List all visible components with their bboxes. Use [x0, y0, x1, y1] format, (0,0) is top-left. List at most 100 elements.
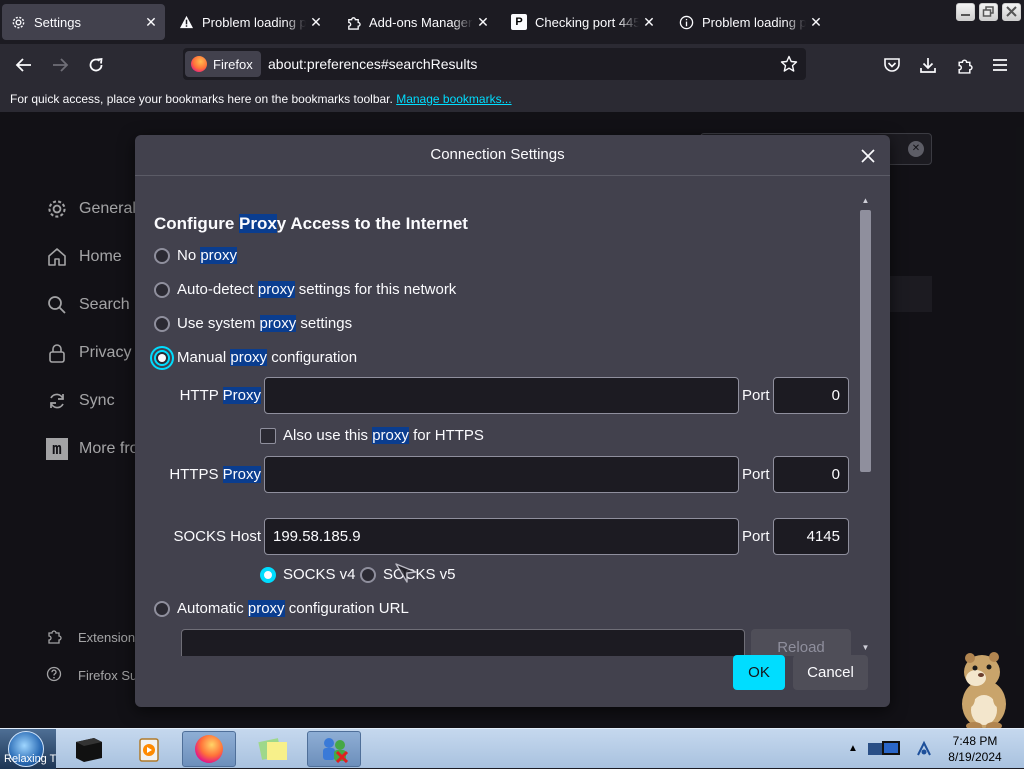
restore-button[interactable]	[979, 3, 998, 21]
firefox-logo-icon	[191, 56, 207, 72]
system-proxy-option[interactable]: Use system proxy settings	[154, 315, 352, 332]
tab-label: Checking port 445 on	[535, 14, 639, 30]
taskbar-app-dark-window[interactable]	[62, 731, 116, 767]
tab-addons-manager[interactable]: Add-ons Manager ✕	[337, 4, 497, 40]
menu-icon[interactable]	[988, 53, 1012, 77]
socks-host-label: SOCKS Host	[173, 528, 261, 545]
reload-button[interactable]	[84, 53, 108, 77]
p-site-icon: P	[511, 14, 527, 30]
clock-date: 8/19/2024	[948, 750, 1002, 764]
ok-button[interactable]: OK	[733, 655, 785, 690]
network-tray-icon[interactable]	[914, 739, 934, 759]
pocket-icon[interactable]	[880, 53, 904, 77]
manual-proxy-label: Manual proxy configuration	[177, 349, 358, 366]
close-icon	[861, 149, 875, 163]
system-proxy-label: Use system proxy settings	[177, 315, 353, 332]
info-icon	[678, 14, 694, 30]
http-proxy-input[interactable]	[264, 377, 739, 414]
system-clock[interactable]: 7:48 PM 8/19/2024	[940, 733, 1010, 765]
taskbar-app-notes[interactable]	[246, 731, 300, 767]
scroll-down-icon[interactable]: ▼	[860, 641, 871, 653]
media-player-icon	[139, 738, 159, 762]
auto-proxy-url-option[interactable]: Automatic proxy configuration URL	[154, 600, 409, 617]
https-proxy-label: HTTPS Proxy	[169, 466, 261, 483]
close-tab-icon[interactable]: ✕	[806, 14, 826, 31]
bookmark-star-icon[interactable]	[780, 55, 798, 78]
close-tab-icon[interactable]: ✕	[473, 14, 493, 31]
manage-bookmarks-link[interactable]: Manage bookmarks...	[396, 92, 511, 106]
close-tab-icon[interactable]: ✕	[306, 14, 326, 31]
auto-detect-label: Auto-detect proxy settings for this netw…	[177, 281, 457, 298]
no-proxy-radio[interactable]	[154, 247, 170, 264]
socks-v4-option[interactable]: SOCKS v4	[260, 566, 356, 583]
socks-host-input[interactable]: 199.58.185.9	[264, 518, 739, 555]
show-hidden-icons-icon[interactable]: ▲	[848, 743, 858, 754]
https-port-input[interactable]: 0	[773, 456, 849, 493]
cancel-button[interactable]: Cancel	[793, 655, 868, 690]
dark-box-icon	[76, 738, 102, 762]
forward-button[interactable]	[48, 53, 72, 77]
bookmarks-toolbar: For quick access, place your bookmarks h…	[0, 86, 1024, 112]
puzzle-icon	[345, 14, 361, 30]
scrollbar-thumb[interactable]	[860, 210, 871, 472]
tab-problem-loading-2[interactable]: Problem loading page ✕	[670, 4, 830, 40]
sticky-notes-icon	[258, 738, 287, 760]
identity-label: Firefox	[213, 56, 253, 72]
hamster-mascot-image	[962, 652, 1006, 730]
http-port-label: Port	[742, 387, 770, 404]
manual-proxy-radio[interactable]	[154, 349, 170, 366]
auto-proxy-url-label: Automatic proxy configuration URL	[177, 600, 409, 617]
start-caption: Relaxing Time	[4, 753, 56, 765]
tab-strip: Settings ✕ Problem loading page ✕ Add-on…	[0, 0, 1024, 44]
clock-time: 7:48 PM	[952, 734, 998, 748]
close-window-button[interactable]	[1002, 3, 1021, 21]
manual-proxy-option[interactable]: Manual proxy configuration	[154, 349, 357, 366]
dialog-body: Configure Proxy Access to the Internet N…	[135, 176, 857, 656]
back-button[interactable]	[12, 53, 36, 77]
tab-label: Settings	[34, 14, 81, 30]
tab-label: Add-ons Manager	[369, 14, 473, 30]
taskbar-app-media[interactable]	[122, 731, 176, 767]
socks-v5-radio[interactable]	[360, 566, 376, 583]
https-port-label: Port	[742, 466, 770, 483]
auto-proxy-url-input[interactable]	[181, 629, 745, 656]
windows-taskbar: Relaxing Time ▲ 7:48 PM 8/19/2024	[0, 728, 1024, 769]
auto-detect-radio[interactable]	[154, 281, 170, 298]
users-network-icon	[323, 738, 349, 764]
url-text: about:preferences#searchResults	[268, 56, 478, 72]
mouse-cursor-icon	[395, 563, 417, 583]
also-https-option[interactable]: Also use this proxy for HTTPS	[260, 427, 484, 444]
close-dialog-button[interactable]	[857, 145, 879, 167]
socks-v4-label: SOCKS v4	[283, 566, 356, 583]
https-proxy-input[interactable]	[264, 456, 739, 493]
tab-settings[interactable]: Settings ✕	[2, 4, 165, 40]
dialog-scrollbar[interactable]: ▲ ▼	[857, 192, 874, 655]
connection-settings-dialog: Connection Settings Configure Proxy Acce…	[135, 135, 890, 707]
tab-problem-loading-1[interactable]: Problem loading page ✕	[170, 4, 330, 40]
socks-port-input[interactable]: 4145	[773, 518, 849, 555]
scroll-up-icon[interactable]: ▲	[860, 194, 871, 206]
identity-box[interactable]: Firefox	[185, 51, 261, 77]
no-proxy-option[interactable]: No proxy	[154, 247, 238, 264]
auto-proxy-url-radio[interactable]	[154, 600, 170, 617]
downloads-icon[interactable]	[916, 53, 940, 77]
warning-icon	[178, 14, 194, 30]
minimize-button[interactable]	[956, 3, 975, 21]
system-proxy-radio[interactable]	[154, 315, 170, 332]
http-port-input[interactable]: 0	[773, 377, 849, 414]
extensions-icon[interactable]	[952, 53, 976, 77]
auto-detect-option[interactable]: Auto-detect proxy settings for this netw…	[154, 281, 456, 298]
close-tab-icon[interactable]: ✕	[639, 14, 659, 31]
url-bar[interactable]: Firefox about:preferences#searchResults	[183, 48, 806, 80]
close-tab-icon[interactable]: ✕	[141, 14, 161, 31]
taskbar-app-firefox[interactable]	[182, 731, 236, 767]
socks-port-label: Port	[742, 528, 770, 545]
socks-v4-radio[interactable]	[260, 566, 276, 583]
taskbar-app-network[interactable]	[307, 731, 361, 767]
tab-checking-port[interactable]: P Checking port 445 on ✕	[503, 4, 663, 40]
start-button[interactable]: Relaxing Time	[0, 729, 56, 769]
reload-button[interactable]: Reload	[751, 629, 851, 656]
firefox-logo-icon	[195, 735, 223, 763]
also-https-checkbox[interactable]	[260, 427, 276, 444]
tray-apps-icon[interactable]	[866, 737, 910, 761]
